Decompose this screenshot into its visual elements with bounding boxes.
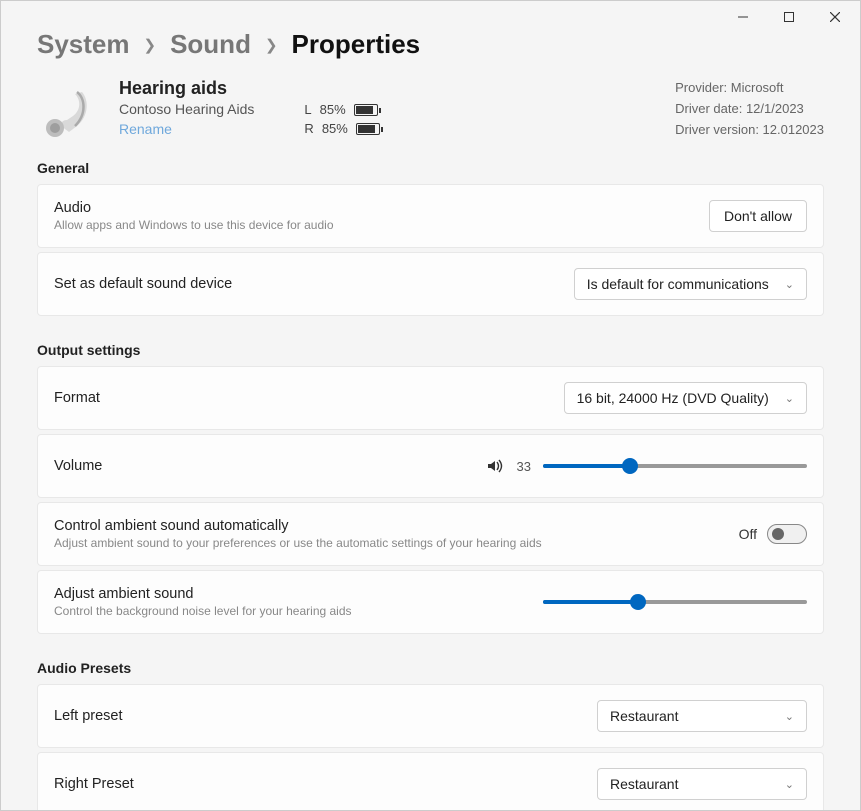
section-presets: Audio Presets (37, 660, 824, 676)
format-title: Format (54, 390, 564, 406)
ambient-toggle-label: Off (739, 526, 757, 542)
device-name: Hearing aids (119, 78, 254, 99)
card-format: Format 16 bit, 24000 Hz (DVD Quality) ⌄ (37, 366, 824, 430)
card-ambient-auto: Control ambient sound automatically Adju… (37, 502, 824, 566)
battery-left-pct: 85% (320, 102, 346, 117)
driver-version: Driver version: 12.012023 (675, 120, 824, 141)
titlebar (1, 1, 860, 33)
breadcrumb-sound[interactable]: Sound (170, 33, 251, 60)
chevron-right-icon: ❯ (144, 36, 157, 54)
battery-status: L 85% R 85% (304, 102, 379, 136)
adjust-title: Adjust ambient sound (54, 586, 543, 602)
ambient-subtitle: Adjust ambient sound to your preferences… (54, 536, 739, 550)
content-area: System ❯ Sound ❯ Properties Hearing aids… (1, 33, 860, 810)
volume-value: 33 (517, 459, 531, 474)
right-preset-value: Restaurant (610, 776, 678, 792)
left-preset-title: Left preset (54, 708, 597, 724)
ambient-toggle[interactable] (767, 524, 807, 544)
rename-link[interactable]: Rename (119, 121, 172, 137)
left-preset-value: Restaurant (610, 708, 678, 724)
card-adjust-ambient: Adjust ambient sound Control the backgro… (37, 570, 824, 634)
adjust-subtitle: Control the background noise level for y… (54, 604, 543, 618)
volume-title: Volume (54, 458, 485, 474)
speaker-icon[interactable] (485, 456, 505, 476)
card-volume: Volume 33 (37, 434, 824, 498)
left-preset-dropdown[interactable]: Restaurant ⌄ (597, 700, 807, 732)
breadcrumb: System ❯ Sound ❯ Properties (37, 33, 824, 60)
audio-title: Audio (54, 200, 709, 216)
chevron-right-icon: ❯ (265, 36, 278, 54)
audio-subtitle: Allow apps and Windows to use this devic… (54, 218, 709, 232)
card-audio: Audio Allow apps and Windows to use this… (37, 184, 824, 248)
default-device-value: Is default for communications (587, 276, 769, 292)
section-output: Output settings (37, 342, 824, 358)
battery-right-label: R (304, 121, 313, 136)
hearing-aid-icon (37, 78, 99, 140)
card-left-preset: Left preset Restaurant ⌄ (37, 684, 824, 748)
driver-date: Driver date: 12/1/2023 (675, 99, 824, 120)
section-general: General (37, 160, 824, 176)
breadcrumb-properties: Properties (292, 33, 421, 60)
format-value: 16 bit, 24000 Hz (DVD Quality) (577, 390, 769, 406)
volume-slider[interactable] (543, 458, 807, 474)
device-subtitle: Contoso Hearing Aids (119, 101, 254, 117)
dont-allow-button[interactable]: Don't allow (709, 200, 807, 232)
battery-left-label: L (304, 102, 311, 117)
breadcrumb-system[interactable]: System (37, 33, 130, 60)
right-preset-dropdown[interactable]: Restaurant ⌄ (597, 768, 807, 800)
card-right-preset: Right Preset Restaurant ⌄ (37, 752, 824, 810)
chevron-down-icon: ⌄ (785, 392, 794, 405)
default-device-dropdown[interactable]: Is default for communications ⌄ (574, 268, 807, 300)
ambient-title: Control ambient sound automatically (54, 518, 739, 534)
minimize-button[interactable] (720, 2, 766, 32)
battery-icon (356, 123, 380, 135)
default-device-title: Set as default sound device (54, 276, 574, 292)
close-button[interactable] (812, 2, 858, 32)
battery-icon (354, 104, 378, 116)
chevron-down-icon: ⌄ (785, 278, 794, 291)
driver-info: Provider: Microsoft Driver date: 12/1/20… (675, 78, 824, 140)
battery-right-pct: 85% (322, 121, 348, 136)
chevron-down-icon: ⌄ (785, 710, 794, 723)
driver-provider: Provider: Microsoft (675, 78, 824, 99)
card-default-device: Set as default sound device Is default f… (37, 252, 824, 316)
adjust-ambient-slider[interactable] (543, 594, 807, 610)
maximize-button[interactable] (766, 2, 812, 32)
device-header: Hearing aids Contoso Hearing Aids Rename… (37, 78, 824, 140)
chevron-down-icon: ⌄ (785, 778, 794, 791)
format-dropdown[interactable]: 16 bit, 24000 Hz (DVD Quality) ⌄ (564, 382, 807, 414)
right-preset-title: Right Preset (54, 776, 597, 792)
